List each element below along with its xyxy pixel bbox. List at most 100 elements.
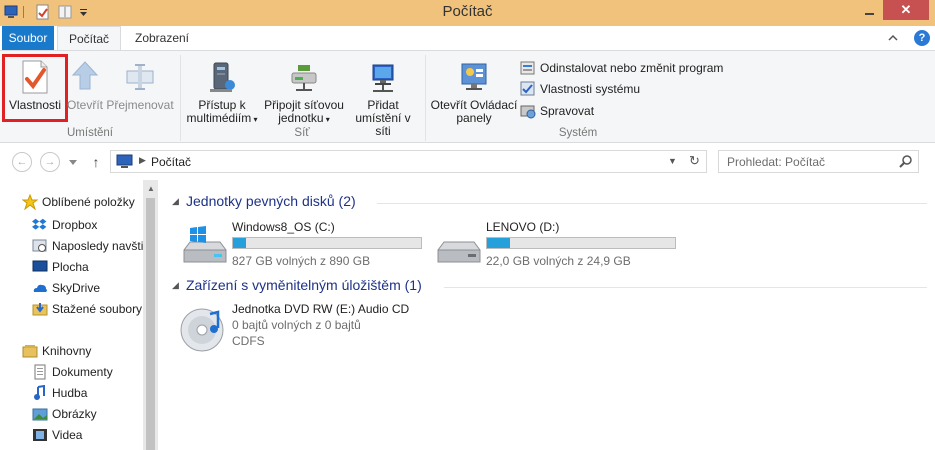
group-system-label: Systém: [558, 127, 598, 139]
control-panel-label-2: panely: [456, 111, 492, 125]
system-properties-label: Vlastnosti systému: [540, 82, 641, 96]
minimize-button[interactable]: [856, 0, 882, 20]
windows-drive-icon: [183, 226, 227, 263]
section-divider: [444, 287, 927, 288]
nav-item-label: Obrázky: [52, 407, 97, 421]
pictures-icon: [32, 408, 48, 421]
dvd-audio-cd-icon: [180, 308, 224, 352]
drive-e-dvd[interactable]: Jednotka DVD RW (E:) Audio CD 0 bajtů vo…: [180, 302, 430, 357]
breadcrumb-separator-icon[interactable]: ▶: [139, 155, 146, 166]
libraries-icon: [22, 345, 38, 358]
recent-locations-icon[interactable]: [68, 157, 78, 167]
section-hard-drives[interactable]: ◢ Jednotky pevných disků (2): [172, 193, 932, 213]
media-access-button[interactable]: Přístup k multimédiím ▾: [183, 59, 261, 126]
highlight-box: [2, 54, 68, 122]
search-input[interactable]: Prohledat: Počítač: [718, 150, 919, 173]
nav-favorites-label: Oblíbené položky: [42, 195, 135, 209]
refresh-icon[interactable]: ↻: [689, 153, 700, 169]
open-icon: [71, 61, 99, 90]
map-drive-label-2: jednotku: [278, 111, 324, 125]
add-location-label-1: Přidat: [367, 98, 399, 112]
control-panel-label-1: Otevřít Ovládací: [430, 98, 518, 112]
control-panel-icon: [461, 63, 487, 90]
drive-d-name: LENOVO (D:): [486, 220, 560, 234]
drive-e-name: Jednotka DVD RW (E:) Audio CD: [232, 302, 410, 316]
navigation-bar: ← → ↑ ▶ Počítač ▼ ↻ Prohledat: Počítač: [0, 144, 935, 180]
nav-item-label: Stažené soubory: [52, 302, 143, 316]
address-dropdown-icon[interactable]: ▼: [668, 156, 677, 166]
skydrive-icon: [33, 284, 47, 292]
hard-drive-icon: [437, 241, 481, 263]
recent-places-icon: [32, 239, 47, 252]
media-access-label-1: Přístup k: [198, 98, 246, 112]
drive-e-free: 0 bajtů volných z 0 bajtů: [232, 318, 361, 332]
add-location-label-2: umístění v síti: [355, 111, 411, 138]
search-icon[interactable]: [899, 154, 913, 168]
address-bar[interactable]: ▶ Počítač ▼ ↻: [110, 150, 707, 173]
nav-item-label: Naposledy navšti: [52, 239, 144, 253]
drive-c-usage-bar: [232, 237, 422, 249]
tab-computer[interactable]: Počítač: [57, 26, 121, 50]
expand-ribbon-icon[interactable]: [886, 31, 900, 45]
section-removable-title: Zařízení s vyměnitelným úložištěm (1): [186, 277, 422, 293]
media-access-label-2: multimédiím: [186, 111, 252, 125]
drive-d-usage-fill: [487, 238, 510, 248]
group-network-label: Síť: [294, 127, 310, 139]
nav-item-label: Dropbox: [52, 218, 98, 232]
map-drive-label-1: Připojit síťovou: [264, 98, 344, 112]
navigation-pane: Oblíbené položky Dropbox Naposledy navšt…: [0, 180, 158, 450]
forward-button[interactable]: →: [40, 152, 60, 172]
back-button[interactable]: ←: [12, 152, 32, 172]
nav-scrollbar-thumb[interactable]: [146, 198, 155, 450]
map-drive-button[interactable]: Připojit síťovou jednotku ▾: [263, 59, 345, 126]
search-placeholder: Prohledat: Počítač: [727, 155, 826, 169]
rename-button[interactable]: Přejmenovat: [106, 59, 174, 112]
tab-file[interactable]: Soubor: [2, 26, 54, 50]
section-removable[interactable]: ◢ Zařízení s vyměnitelným úložištěm (1): [172, 277, 932, 297]
drive-d-usage-bar: [486, 237, 676, 249]
music-icon: [34, 385, 45, 400]
drive-c-name: Windows8_OS (C:): [232, 220, 335, 234]
drive-c-free: 827 GB volných z 890 GB: [232, 254, 371, 268]
section-divider: [377, 203, 927, 204]
drive-c[interactable]: Windows8_OS (C:) 827 GB volných z 890 GB: [180, 220, 430, 275]
scroll-up-icon[interactable]: ▲: [147, 184, 155, 193]
collapse-icon[interactable]: ◢: [172, 280, 179, 291]
star-icon: [22, 194, 38, 210]
downloads-folder-icon: [32, 303, 48, 316]
ribbon-separator: [180, 55, 181, 141]
breadcrumb[interactable]: Počítač: [151, 155, 191, 169]
drive-c-usage-fill: [233, 238, 247, 248]
up-button[interactable]: ↑: [89, 153, 103, 171]
nav-item-label: Plocha: [52, 260, 89, 274]
collapse-icon[interactable]: ◢: [172, 196, 179, 207]
open-control-panel-button[interactable]: Otevřít Ovládací panely: [430, 59, 518, 125]
close-button[interactable]: ✕: [883, 0, 929, 20]
rename-icon: [126, 64, 154, 90]
add-network-location-button[interactable]: Přidat umístění v síti: [346, 59, 420, 138]
section-hard-drives-title: Jednotky pevných disků (2): [186, 193, 356, 209]
tab-view[interactable]: Zobrazení: [124, 26, 200, 50]
title-bar: Počítač ✕: [0, 0, 935, 26]
open-label: Otevřít: [67, 98, 104, 112]
videos-icon: [33, 429, 47, 441]
network-location-icon: [372, 64, 394, 92]
documents-icon: [34, 364, 46, 380]
system-properties-icon: [520, 81, 535, 96]
computer-icon: [116, 154, 133, 168]
open-button[interactable]: Otevřít: [67, 59, 103, 112]
help-icon[interactable]: ?: [914, 30, 930, 46]
nav-item-label: Dokumenty: [52, 365, 113, 379]
window-title: Počítač: [442, 3, 493, 20]
ribbon-tabs: Soubor Počítač Zobrazení ?: [0, 26, 935, 50]
dropbox-icon: [32, 218, 47, 230]
drive-d-free: 22,0 GB volných z 24,9 GB: [486, 254, 631, 268]
network-drive-icon: [291, 65, 317, 91]
desktop-icon: [32, 260, 48, 272]
uninstall-label: Odinstalovat nebo změnit program: [540, 61, 724, 75]
uninstall-icon: [520, 61, 535, 75]
nav-item-label: Videa: [52, 428, 83, 442]
ribbon: Vlastnosti Otevřít Přejmenovat Umístění …: [0, 50, 935, 143]
nav-libraries-label: Knihovny: [42, 344, 92, 358]
drive-d[interactable]: LENOVO (D:) 22,0 GB volných z 24,9 GB: [434, 220, 684, 275]
